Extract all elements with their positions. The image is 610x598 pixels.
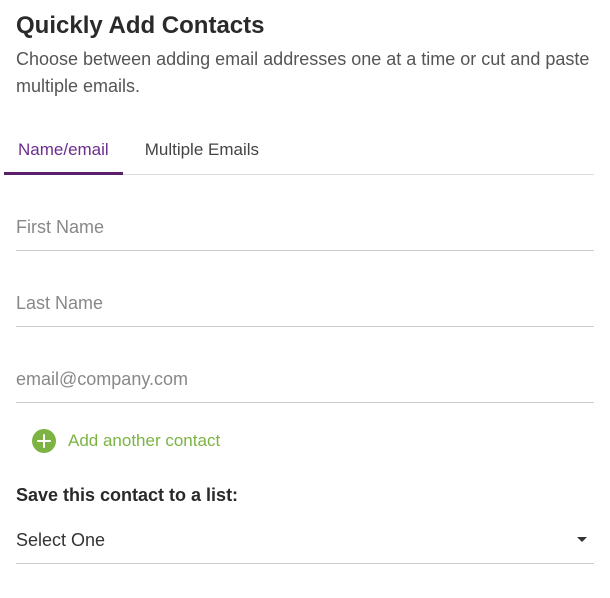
last-name-field-wrapper — [16, 279, 594, 327]
add-another-label: Add another contact — [68, 431, 220, 451]
select-value: Select One — [16, 530, 105, 550]
page-title: Quickly Add Contacts — [16, 12, 594, 40]
last-name-input[interactable] — [16, 279, 594, 327]
email-input[interactable] — [16, 355, 594, 403]
email-field-wrapper — [16, 355, 594, 403]
page-description: Choose between adding email addresses on… — [16, 46, 594, 100]
save-to-list-label: Save this contact to a list: — [16, 485, 594, 506]
add-another-contact-button[interactable]: Add another contact — [16, 429, 594, 453]
tab-name-email[interactable]: Name/email — [16, 128, 111, 174]
first-name-input[interactable] — [16, 203, 594, 251]
first-name-field-wrapper — [16, 203, 594, 251]
tab-multiple-emails[interactable]: Multiple Emails — [143, 128, 261, 174]
tabs-container: Name/email Multiple Emails — [16, 128, 594, 175]
save-to-list-select[interactable]: Select One — [16, 516, 594, 564]
plus-icon — [32, 429, 56, 453]
caret-down-icon — [576, 531, 588, 549]
